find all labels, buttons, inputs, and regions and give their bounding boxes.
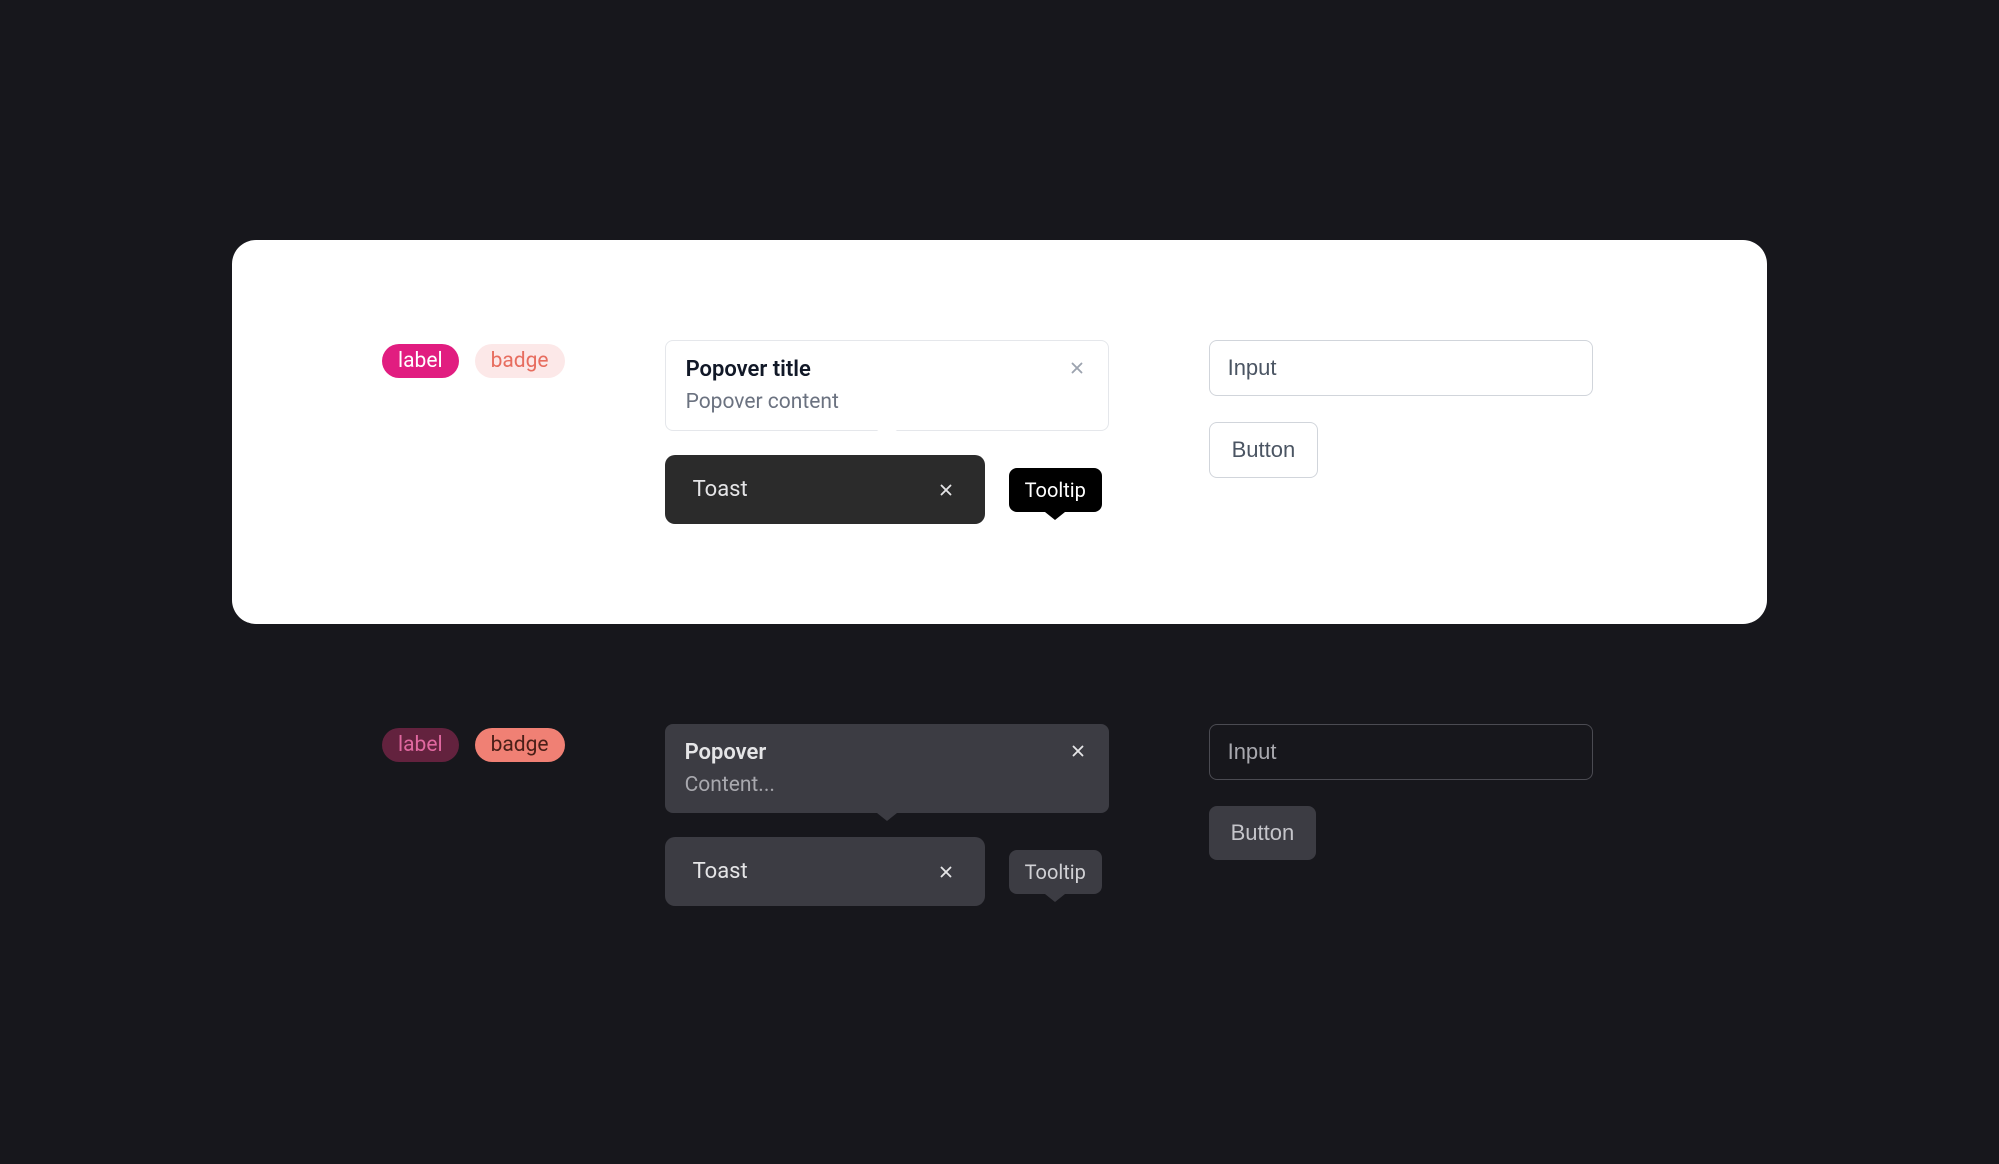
toast: Toast <box>665 455 985 524</box>
label-pill: label <box>382 728 459 762</box>
dark-theme-panel: label badge Popover Content... <box>232 724 1767 906</box>
popover: Popover Content... <box>665 724 1109 813</box>
button[interactable]: Button <box>1209 806 1317 860</box>
close-icon[interactable] <box>935 861 957 883</box>
text-input[interactable] <box>1209 724 1593 780</box>
light-theme-panel: label badge Popover title Popover conten… <box>232 240 1767 624</box>
badge-pill: badge <box>475 344 565 378</box>
popover-title: Popover <box>685 740 775 765</box>
toast-text: Toast <box>693 477 748 502</box>
popover-title: Popover title <box>686 357 839 382</box>
text-input[interactable] <box>1209 340 1593 396</box>
label-pill: label <box>382 344 459 378</box>
toast: Toast <box>665 837 985 906</box>
close-icon[interactable] <box>1066 357 1088 379</box>
button[interactable]: Button <box>1209 422 1319 478</box>
badge-pill: badge <box>475 728 565 762</box>
tooltip: Tooltip <box>1009 468 1102 512</box>
popover-content: Popover content <box>686 390 839 414</box>
close-icon[interactable] <box>1067 740 1089 762</box>
close-icon[interactable] <box>935 479 957 501</box>
tooltip: Tooltip <box>1009 850 1102 894</box>
toast-text: Toast <box>693 859 748 884</box>
popover: Popover title Popover content <box>665 340 1109 431</box>
popover-content: Content... <box>685 773 775 797</box>
